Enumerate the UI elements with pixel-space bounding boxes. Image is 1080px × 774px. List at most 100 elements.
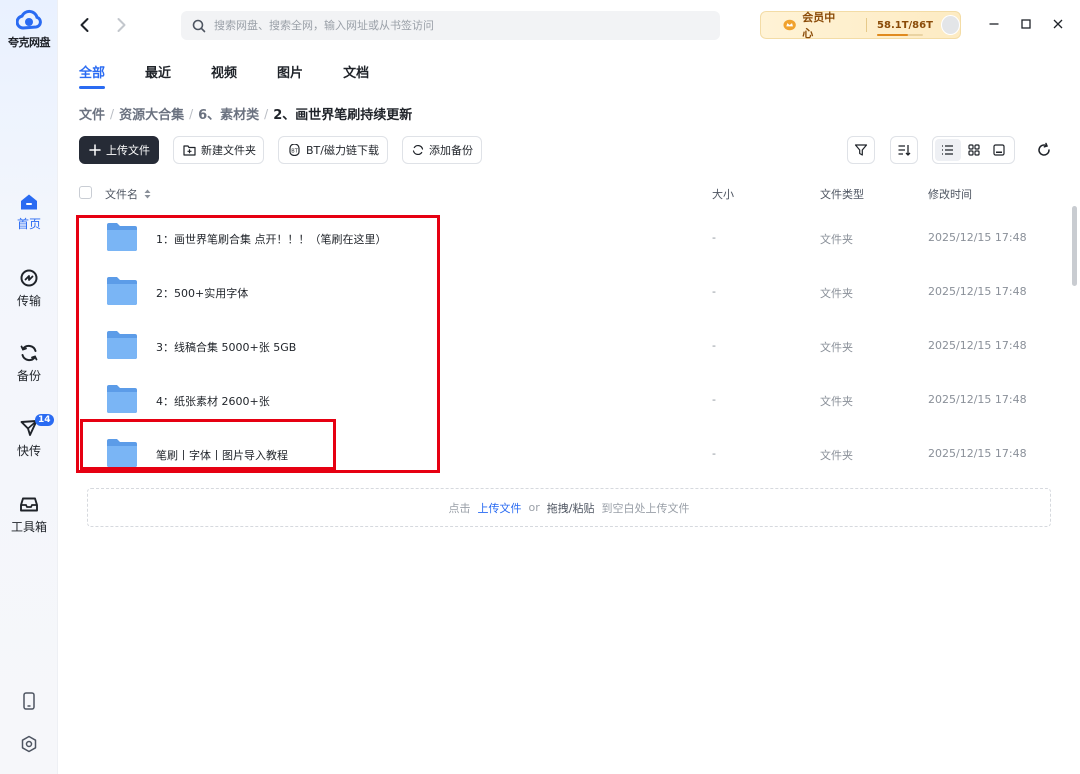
toolbox-icon (20, 497, 38, 512)
forward-button[interactable] (112, 16, 130, 34)
close-button[interactable] (1051, 17, 1065, 31)
quark-cloud-logo-icon (16, 9, 42, 30)
backup-icon (20, 345, 38, 361)
rail-item-transfer[interactable]: 传输 (0, 268, 58, 309)
sort-button[interactable] (890, 136, 918, 164)
app-logo-text: 夸克网盘 (8, 36, 51, 49)
file-size: - (712, 447, 716, 460)
breadcrumb-item-current: 2、画世界笔刷持续更新 (273, 108, 413, 123)
filter-button[interactable] (847, 136, 875, 164)
list-icon (942, 145, 954, 155)
storage-quota-text: 58.1T/86T (877, 19, 933, 31)
home-icon (21, 194, 37, 210)
file-modified: 2025/12/15 17:48 (928, 393, 1027, 406)
file-size: - (712, 231, 716, 244)
breadcrumb-item-collection[interactable]: 资源大合集 (119, 104, 184, 123)
dropzone-or: or (528, 501, 540, 514)
search-input[interactable] (214, 19, 694, 32)
settings-icon (21, 735, 37, 753)
vip-crown-icon (783, 19, 796, 31)
dropzone-prefix: 点击 (448, 501, 471, 515)
file-type: 文件夹 (820, 449, 853, 462)
send-badge: 14 (35, 414, 54, 426)
category-tabs: 全部 最近 视频 图片 文档 (79, 62, 409, 89)
column-header-type[interactable]: 文件类型 (820, 186, 864, 202)
search-icon (192, 19, 206, 32)
file-size: - (712, 339, 716, 352)
preview-panel-icon (993, 144, 1005, 156)
rail-item-home[interactable]: 首页 (0, 193, 58, 232)
rail-label-backup: 备份 (16, 369, 41, 383)
app-logo[interactable]: 夸克网盘 (0, 8, 58, 50)
tab-video[interactable]: 视频 (211, 62, 237, 89)
file-modified: 2025/12/15 17:48 (928, 285, 1027, 298)
tab-document[interactable]: 文档 (343, 62, 369, 89)
add-backup-button-label: 添加备份 (429, 144, 473, 157)
add-backup-button[interactable]: 添加备份 (402, 136, 482, 164)
rail-item-backup[interactable]: 备份 (0, 343, 58, 384)
file-type: 文件夹 (820, 395, 853, 408)
grid-icon (967, 144, 980, 156)
upload-button[interactable]: 上传文件 (79, 136, 159, 164)
tab-image[interactable]: 图片 (277, 62, 303, 89)
phone-icon (23, 692, 35, 710)
rail-item-send[interactable]: 14 快传 (0, 414, 58, 459)
file-modified: 2025/12/15 17:48 (928, 231, 1027, 244)
annotation-box-small (80, 419, 336, 470)
refresh-button[interactable] (1036, 142, 1052, 158)
preview-view-button[interactable] (986, 139, 1012, 161)
select-all-checkbox[interactable] (79, 186, 92, 199)
file-size: - (712, 285, 716, 298)
breadcrumb-separator: / (189, 106, 194, 121)
breadcrumb-item-materials[interactable]: 6、素材类 (198, 104, 259, 123)
breadcrumb: 文件 / 资源大合集 / 6、素材类 / 2、画世界笔刷持续更新 (79, 104, 413, 124)
dropzone-upload-link[interactable]: 上传文件 (478, 500, 522, 516)
left-sidebar: 夸克网盘 首页 传输 备份 14 快传 工具箱 (0, 0, 58, 774)
sort-icon (898, 145, 911, 156)
plus-icon (89, 144, 101, 156)
maximize-button[interactable] (1019, 17, 1033, 31)
list-view-button[interactable] (935, 139, 961, 161)
file-size: - (712, 393, 716, 406)
breadcrumb-separator: / (110, 106, 115, 121)
new-folder-button[interactable]: 新建文件夹 (173, 136, 264, 164)
storage-progress-bar (877, 33, 924, 36)
dropzone-suffix: 到空白处上传文件 (601, 501, 690, 515)
upload-dropzone[interactable]: 点击 上传文件 or 拖拽/粘贴 到空白处上传文件 (87, 488, 1051, 527)
upload-button-label: 上传文件 (106, 144, 150, 157)
back-button[interactable] (76, 16, 94, 34)
vip-center-label: 会员中心 (802, 11, 836, 40)
backup-sync-icon (412, 145, 424, 155)
file-type: 文件夹 (820, 287, 853, 300)
rail-item-toolbox[interactable]: 工具箱 (0, 494, 58, 535)
column-header-name[interactable]: 文件名 (105, 186, 151, 202)
breadcrumb-item-files[interactable]: 文件 (79, 104, 105, 123)
rail-label-transfer: 传输 (16, 294, 41, 308)
tab-recent[interactable]: 最近 (145, 62, 171, 89)
scrollbar-thumb[interactable] (1072, 206, 1077, 286)
minimize-button[interactable] (987, 17, 1001, 31)
tab-all[interactable]: 全部 (79, 62, 106, 89)
file-type: 文件夹 (820, 233, 853, 246)
filter-icon (854, 144, 868, 156)
magnet-icon: BT (289, 144, 300, 156)
bt-download-button[interactable]: BT BT/磁力链下载 (278, 136, 388, 164)
new-folder-button-label: 新建文件夹 (201, 144, 256, 157)
sort-toggle-icon (144, 189, 150, 199)
file-modified: 2025/12/15 17:48 (928, 447, 1027, 460)
transfer-icon (20, 269, 38, 287)
column-header-modified[interactable]: 修改时间 (928, 186, 972, 202)
column-header-size[interactable]: 大小 (712, 186, 734, 202)
grid-view-button[interactable] (961, 139, 987, 161)
file-type: 文件夹 (820, 341, 853, 354)
vip-center-button[interactable]: 会员中心 58.1T/86T (760, 11, 961, 40)
view-mode-switch (932, 136, 1015, 164)
rail-label-send: 快传 (16, 444, 41, 458)
rail-label-home: 首页 (16, 217, 41, 231)
search-bar[interactable] (181, 11, 720, 40)
rail-label-toolbox: 工具箱 (10, 520, 47, 534)
settings-button[interactable] (0, 735, 58, 753)
avatar[interactable] (940, 15, 961, 35)
phone-button[interactable] (0, 692, 58, 710)
dropzone-drag-text: 拖拽/粘贴 (546, 501, 595, 515)
